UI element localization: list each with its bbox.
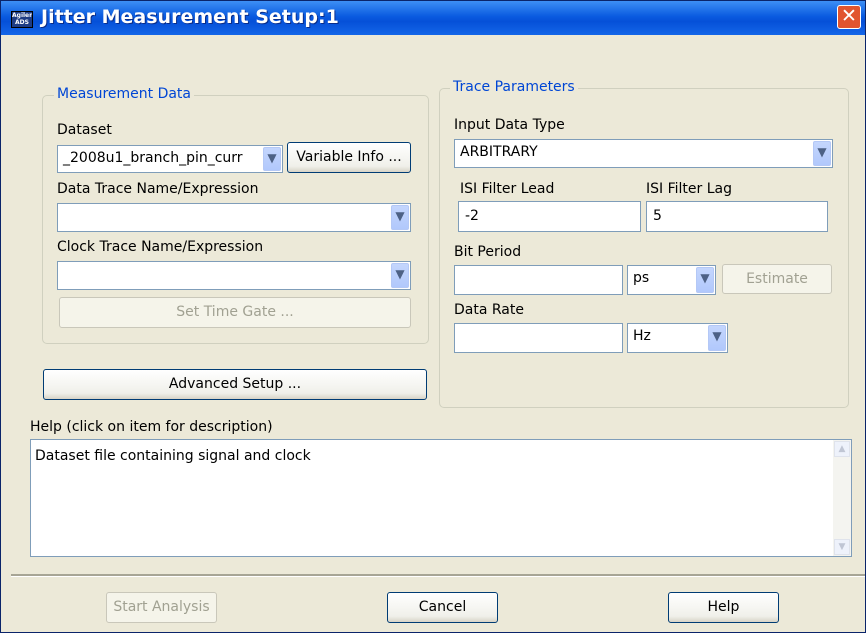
title-bar[interactable]: Agilent ADS Jitter Measurement Setup:1 [1, 1, 865, 35]
help-scrollbar[interactable]: ▲ ▼ [833, 440, 851, 556]
jitter-setup-dialog: Agilent ADS Jitter Measurement Setup:1 ✕… [0, 0, 866, 633]
scroll-up-icon[interactable]: ▲ [834, 441, 850, 457]
isi-filter-lag-label: ISI Filter Lag [646, 181, 732, 197]
footer-divider [11, 574, 865, 577]
data-trace-label: Data Trace Name/Expression [57, 181, 259, 197]
data-trace-select[interactable]: ▼ [57, 203, 411, 232]
help-button[interactable]: Help [668, 592, 779, 623]
data-rate-label: Data Rate [454, 302, 524, 318]
isi-filter-lag-input[interactable]: 5 [646, 201, 828, 232]
trace-parameters-label: Trace Parameters [450, 79, 578, 95]
clock-trace-select[interactable]: ▼ [57, 261, 411, 290]
measurement-data-label: Measurement Data [54, 86, 194, 102]
advanced-setup-button[interactable]: Advanced Setup ... [43, 369, 427, 400]
dataset-label: Dataset [57, 122, 112, 138]
bit-period-label: Bit Period [454, 244, 522, 260]
help-text-area[interactable]: Dataset file containing signal and clock… [30, 439, 852, 557]
data-rate-input[interactable] [454, 323, 623, 353]
chevron-down-icon[interactable]: ▼ [708, 325, 726, 351]
chevron-down-icon[interactable]: ▼ [391, 263, 409, 288]
input-data-type-select[interactable]: ARBITRARY ▼ [454, 139, 833, 168]
help-label: Help (click on item for description) [30, 419, 273, 435]
help-description: Dataset file containing signal and clock [35, 448, 311, 464]
app-icon: Agilent ADS [11, 11, 33, 28]
close-button[interactable]: ✕ [837, 5, 861, 29]
bit-period-unit-value: ps [633, 270, 650, 286]
bit-period-input[interactable] [454, 265, 623, 295]
clock-trace-label: Clock Trace Name/Expression [57, 239, 264, 255]
dataset-select[interactable]: _2008u1_branch_pin_curr ▼ [57, 145, 283, 173]
set-time-gate-button[interactable]: Set Time Gate ... [59, 297, 411, 328]
input-data-type-label: Input Data Type [454, 117, 565, 133]
estimate-button[interactable]: Estimate [722, 264, 832, 294]
scroll-down-icon[interactable]: ▼ [834, 539, 850, 555]
chevron-down-icon[interactable]: ▼ [263, 147, 281, 171]
chevron-down-icon[interactable]: ▼ [391, 205, 409, 230]
variable-info-button[interactable]: Variable Info ... [287, 142, 411, 173]
chevron-down-icon[interactable]: ▼ [813, 141, 831, 166]
chevron-down-icon[interactable]: ▼ [696, 267, 714, 293]
window-title: Jitter Measurement Setup:1 [41, 6, 339, 28]
isi-filter-lead-input[interactable]: -2 [458, 201, 641, 232]
data-rate-unit-select[interactable]: Hz ▼ [627, 323, 728, 353]
data-rate-unit-value: Hz [633, 328, 651, 344]
dataset-value: _2008u1_branch_pin_curr [63, 150, 243, 166]
start-analysis-button[interactable]: Start Analysis [106, 592, 217, 623]
isi-filter-lead-label: ISI Filter Lead [460, 181, 555, 197]
input-data-type-value: ARBITRARY [460, 144, 538, 160]
bit-period-unit-select[interactable]: ps ▼ [627, 265, 716, 295]
cancel-button[interactable]: Cancel [387, 592, 498, 623]
